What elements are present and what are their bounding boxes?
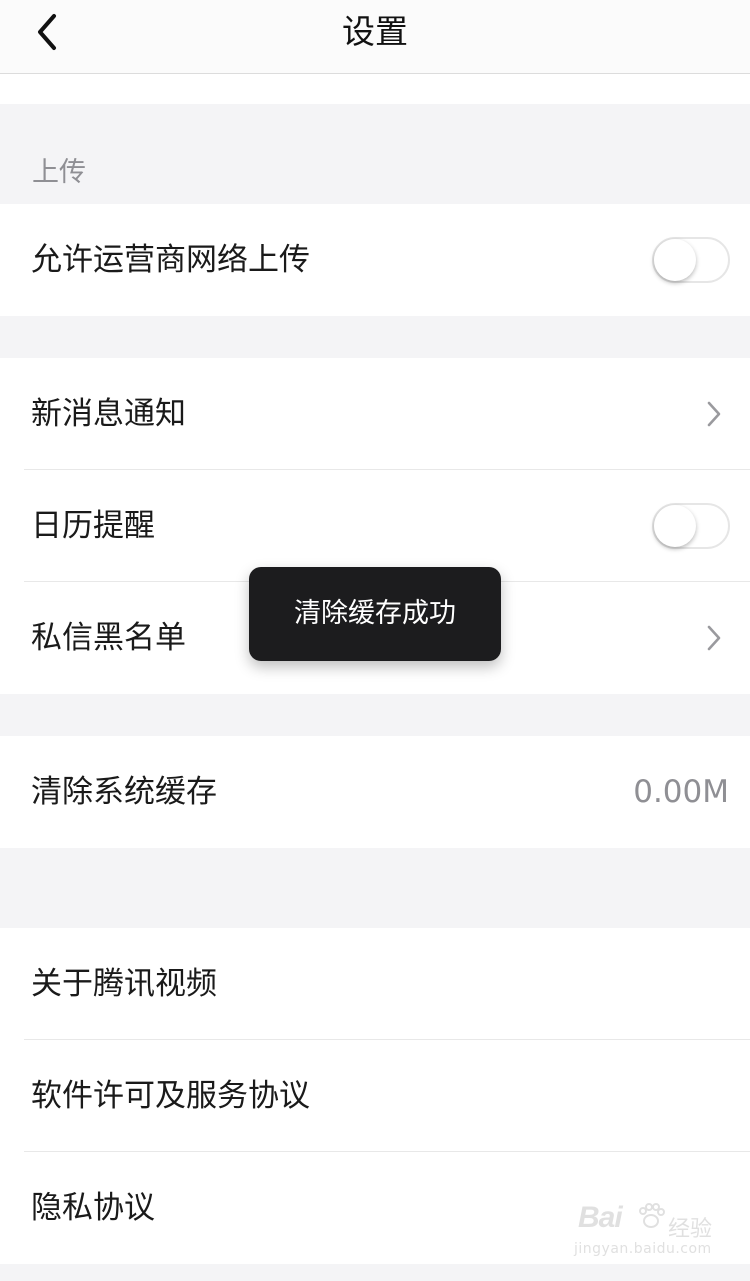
watermark-url: jingyan.baidu.com bbox=[574, 1241, 712, 1257]
cache-group: 清除系统缓存 0.00M bbox=[0, 736, 750, 848]
row-label: 隐私协议 bbox=[31, 1190, 155, 1226]
setting-row-carrier-upload: 允许运营商网络上传 bbox=[0, 204, 750, 316]
section-header-upload: 上传 bbox=[32, 157, 86, 188]
setting-row-about[interactable]: 关于腾讯视频 bbox=[0, 928, 750, 1040]
calendar-reminder-toggle[interactable] bbox=[652, 503, 730, 549]
row-label: 私信黑名单 bbox=[31, 620, 186, 656]
toggle-knob bbox=[654, 239, 696, 281]
row-label: 清除系统缓存 bbox=[31, 774, 217, 810]
baidu-watermark: Bai 经验 jingyan.baidu.com bbox=[572, 1197, 722, 1267]
toggle-knob bbox=[654, 505, 696, 547]
setting-row-calendar-reminder: 日历提醒 bbox=[0, 470, 750, 582]
row-label: 新消息通知 bbox=[31, 396, 186, 432]
chevron-right-icon bbox=[707, 401, 721, 427]
setting-row-new-message-notification[interactable]: 新消息通知 bbox=[0, 358, 750, 470]
chevron-right-icon bbox=[707, 625, 721, 651]
carrier-upload-toggle[interactable] bbox=[652, 237, 730, 283]
toast-message: 清除缓存成功 bbox=[249, 567, 501, 661]
watermark-brand: Bai bbox=[578, 1201, 623, 1234]
cache-size-value: 0.00M bbox=[633, 774, 729, 810]
setting-row-license[interactable]: 软件许可及服务协议 bbox=[0, 1040, 750, 1152]
setting-row-clear-cache[interactable]: 清除系统缓存 0.00M bbox=[0, 736, 750, 848]
watermark-brand-cn: 经验 bbox=[668, 1217, 713, 1242]
upload-group: 允许运营商网络上传 bbox=[0, 204, 750, 316]
page-title: 设置 bbox=[342, 12, 408, 51]
nav-bar: 设置 bbox=[0, 0, 750, 74]
top-list-remnant bbox=[0, 74, 750, 104]
paw-icon bbox=[639, 1203, 665, 1228]
row-label: 允许运营商网络上传 bbox=[31, 242, 310, 278]
row-label: 日历提醒 bbox=[31, 508, 155, 544]
row-label: 软件许可及服务协议 bbox=[31, 1078, 310, 1114]
row-label: 关于腾讯视频 bbox=[31, 966, 217, 1002]
